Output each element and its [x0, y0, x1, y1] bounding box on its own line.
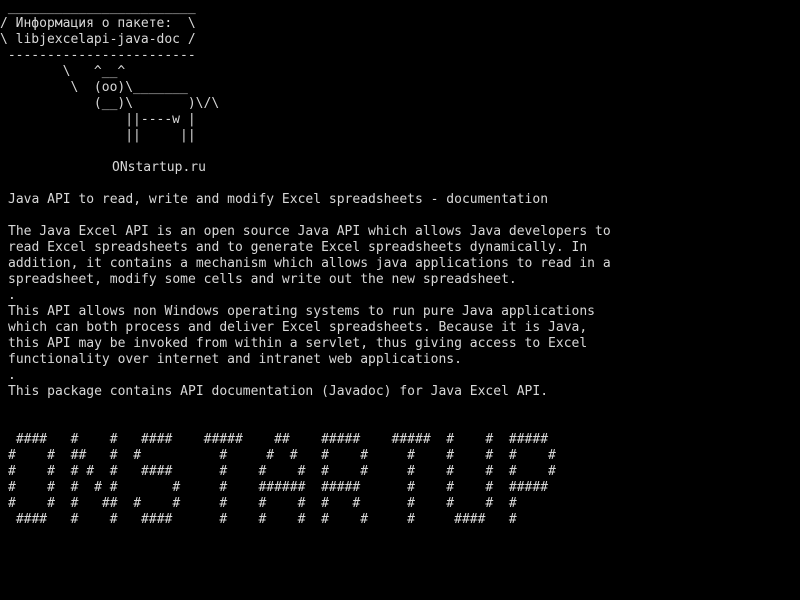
ascii-banner-line: # # # # # #### # # # # # # # # # # [8, 464, 556, 479]
cowsay-cow-line: \ ^__^ [0, 64, 126, 79]
description-line: read Excel spreadsheets and to generate … [8, 240, 588, 255]
cowsay-cow-line: || || [0, 128, 196, 143]
description-line: This API allows non Windows operating sy… [8, 304, 595, 319]
cowsay-cow-line: \ (oo)\_______ [0, 80, 188, 95]
description-line: spreadsheet, modify some cells and write… [8, 272, 517, 287]
ascii-banner-line: #### # # #### # # # # # # #### # [8, 512, 517, 527]
ascii-banner-line: # # # # # # # ###### ##### # # # ##### [8, 480, 549, 495]
ascii-banner-line: # # # ## # # # # # # # # # # # [8, 496, 517, 511]
ascii-banner-line: # # ## # # # # # # # # # # # # [8, 448, 556, 463]
cowsay-bubble-title: / Информация о пакете: \ [0, 16, 196, 31]
cowsay-cow-line: (__)\ )\/\ [0, 96, 220, 111]
description-line: this API may be invoked from within a se… [8, 336, 588, 351]
description-line: The Java Excel API is an open source Jav… [8, 224, 611, 239]
cowsay-bubble-package: \ libjexcelapi-java-doc / [0, 32, 196, 47]
package-summary: Java API to read, write and modify Excel… [8, 192, 549, 207]
description-line: This package contains API documentation … [8, 384, 549, 399]
description-line: . [8, 288, 16, 303]
description-line: . [8, 368, 16, 383]
description-line: functionality over internet and intranet… [8, 352, 462, 367]
description-line: addition, it contains a mechanism which … [8, 256, 611, 271]
cowsay-bubble-top: ________________________ [0, 0, 196, 15]
site-name: ONstartup.ru [112, 160, 206, 175]
cowsay-bubble-bottom: ------------------------ [0, 48, 196, 63]
description-line: which can both process and deliver Excel… [8, 320, 588, 335]
terminal-screen: ________________________ / Информация о … [0, 0, 800, 600]
cowsay-cow-line: ||----w | [0, 112, 196, 127]
ascii-banner-line: #### # # #### ##### ## ##### ##### # # #… [8, 432, 549, 447]
